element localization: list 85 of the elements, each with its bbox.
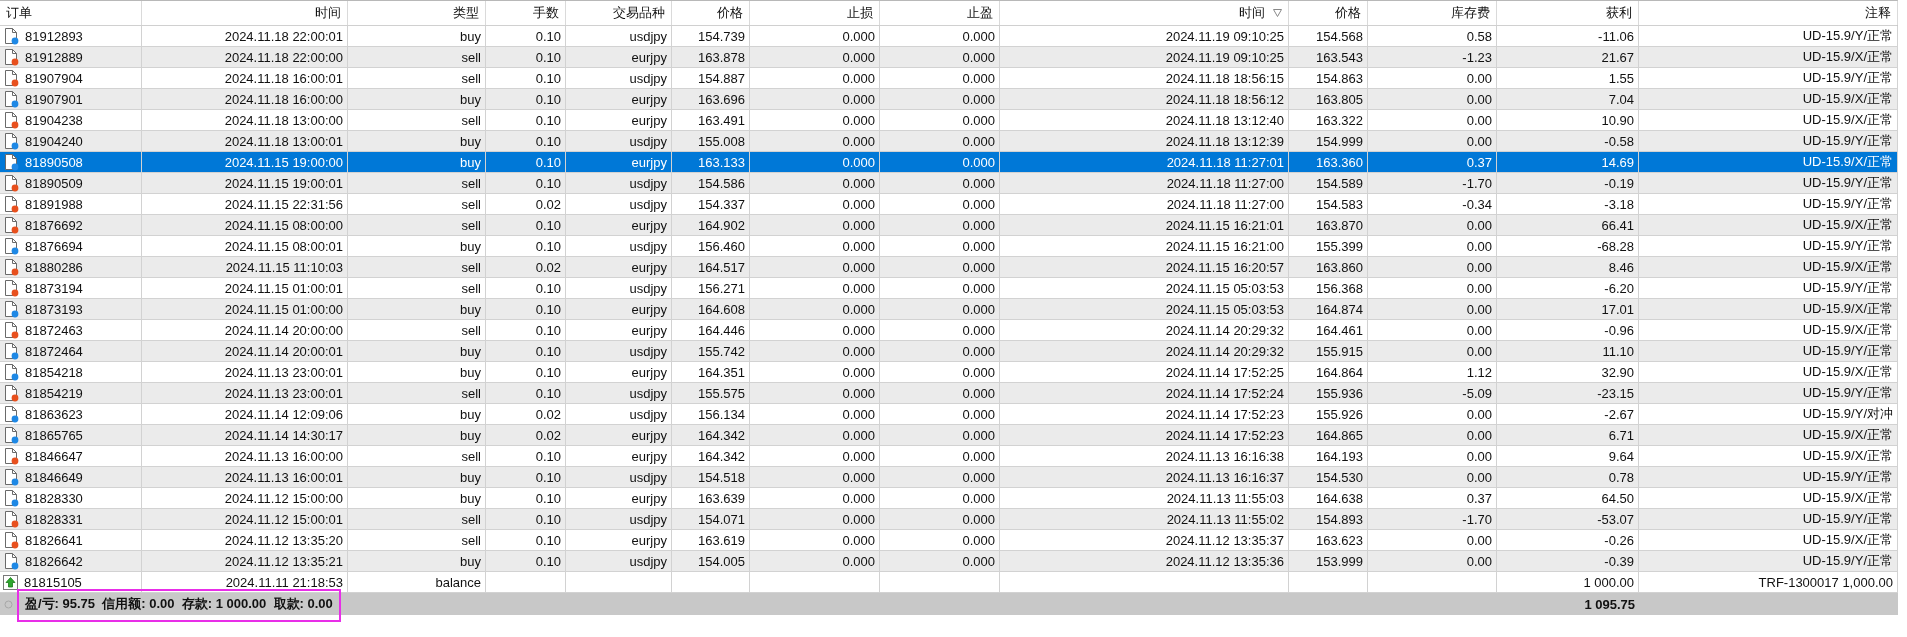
order-number: 81880286 [25,259,83,275]
order-number: 81890509 [25,175,83,191]
circle-icon [4,599,13,609]
table-row[interactable]: 81904240 2024.11.18 13:00:01 buy 0.10 usdjpy 155.008 0.000 0.000 2024.11.18 13:12:39 154.999 0.00 -0.58 UD-15.9/Y/正常 [0,131,1897,152]
order-number: 81872463 [25,322,83,338]
order-number: 81826641 [25,532,83,548]
table-row[interactable]: 81876692 2024.11.15 08:00:00 sell 0.10 eurjpy 164.902 0.000 0.000 2024.11.15 16:21:01 163.870 0.00 66.41 UD-15.9/X/正常 [0,215,1897,236]
document-icon [3,27,19,45]
column-header[interactable]: 交易品种 [566,1,672,25]
order-number: 81865765 [25,427,83,443]
document-icon [3,237,19,255]
column-header[interactable]: 订单 [0,1,142,25]
column-header[interactable]: 时间 [142,1,348,25]
document-icon [3,300,19,318]
table-row[interactable]: 81873193 2024.11.15 01:00:00 buy 0.10 eurjpy 164.608 0.000 0.000 2024.11.15 05:03:53 164.874 0.00 17.01 UD-15.9/X/正常 [0,299,1897,320]
order-number: 81876694 [25,238,83,254]
order-number: 81846647 [25,448,83,464]
table-row[interactable]: 81890509 2024.11.15 19:00:01 sell 0.10 usdjpy 154.586 0.000 0.000 2024.11.18 11:27:00 154.589 -1.70 -0.19 UD-15.9/Y/正常 [0,173,1897,194]
order-number: 81863623 [25,406,83,422]
table-row[interactable]: 81912889 2024.11.18 22:00:00 sell 0.10 eurjpy 163.878 0.000 0.000 2024.11.19 09:10:25 163.543 -1.23 21.67 UD-15.9/X/正常 [0,47,1897,68]
order-number: 81907904 [25,70,83,86]
order-number: 81854218 [25,364,83,380]
table-row[interactable]: 81880286 2024.11.15 11:10:03 sell 0.02 eurjpy 164.517 0.000 0.000 2024.11.15 16:20:57 163.860 0.00 8.46 UD-15.9/X/正常 [0,257,1897,278]
order-number: 81872464 [25,343,83,359]
document-icon [3,153,19,171]
column-header[interactable]: 获利 [1497,1,1639,25]
profit-total: 1 095.75 [1583,595,1636,614]
order-number: 81891988 [25,196,83,212]
document-icon [3,384,19,402]
table-row[interactable]: 81815105 2024.11.11 21:18:53 balance 1 000.00 TRF-1300017 1,000.00 [0,572,1897,593]
document-icon [3,279,19,297]
document-icon [3,552,19,570]
account-summary: 盈/亏: 95.75 信用额: 0.00 存款: 1 000.00 取款: 0.00 [25,596,333,611]
column-header[interactable]: 库存费 [1368,1,1497,25]
table-row[interactable]: 81872464 2024.11.14 20:00:01 buy 0.10 usdjpy 155.742 0.000 0.000 2024.11.14 20:29:32 155.915 0.00 11.10 UD-15.9/Y/正常 [0,341,1897,362]
order-number: 81815105 [24,574,82,590]
document-icon [3,195,19,213]
column-header[interactable]: 价格 [672,1,750,25]
document-icon [3,69,19,87]
table-row[interactable]: 81826642 2024.11.12 13:35:21 buy 0.10 usdjpy 154.005 0.000 0.000 2024.11.12 13:35:36 153.999 0.00 -0.39 UD-15.9/Y/正常 [0,551,1897,572]
order-number: 81912889 [25,49,83,65]
order-number: 81907901 [25,91,83,107]
document-icon [3,531,19,549]
order-number: 81890508 [25,154,83,170]
order-number: 81828331 [25,511,83,527]
table-row[interactable]: 81865765 2024.11.14 14:30:17 buy 0.02 eurjpy 164.342 0.000 0.000 2024.11.14 17:52:23 164.865 0.00 6.71 UD-15.9/X/正常 [0,425,1897,446]
column-header[interactable]: 手数 [486,1,566,25]
table-row[interactable]: 81907901 2024.11.18 16:00:00 buy 0.10 eurjpy 163.696 0.000 0.000 2024.11.18 18:56:12 163.805 0.00 7.04 UD-15.9/X/正常 [0,89,1897,110]
column-header[interactable]: 类型 [348,1,486,25]
document-icon [3,489,19,507]
table-row[interactable]: 81854219 2024.11.13 23:00:01 sell 0.10 usdjpy 155.575 0.000 0.000 2024.11.14 17:52:24 155.936 -5.09 -23.15 UD-15.9/Y/正常 [0,383,1897,404]
order-number: 81854219 [25,385,83,401]
document-icon [3,90,19,108]
document-icon [3,426,19,444]
order-number: 81873194 [25,280,83,296]
table-row[interactable]: 81828331 2024.11.12 15:00:01 sell 0.10 usdjpy 154.071 0.000 0.000 2024.11.13 11:55:02 154.893 -1.70 -53.07 UD-15.9/Y/正常 [0,509,1897,530]
document-icon [3,258,19,276]
order-number: 81904240 [25,133,83,149]
table-row[interactable]: 81890508 2024.11.15 19:00:00 buy 0.10 eurjpy 163.133 0.000 0.000 2024.11.18 11:27:01 163.360 0.37 14.69 UD-15.9/X/正常 [0,152,1897,173]
document-icon [3,447,19,465]
column-header[interactable]: 止损 [750,1,880,25]
document-icon [3,132,19,150]
arrow-up-icon [3,574,18,590]
document-icon [3,405,19,423]
order-number: 81873193 [25,301,83,317]
column-header[interactable]: 价格 [1289,1,1368,25]
document-icon [3,321,19,339]
document-icon [3,48,19,66]
order-number: 81826642 [25,553,83,569]
table-row[interactable]: 81846649 2024.11.13 16:00:01 buy 0.10 usdjpy 154.518 0.000 0.000 2024.11.13 16:16:37 154.530 0.00 0.78 UD-15.9/Y/正常 [0,467,1897,488]
document-icon [3,510,19,528]
order-number: 81904238 [25,112,83,128]
document-icon [3,468,19,486]
order-number: 81912893 [25,28,83,44]
column-header[interactable]: 注释 [1639,1,1898,25]
document-icon [3,174,19,192]
column-header[interactable]: 止盈 [880,1,1000,25]
document-icon [3,363,19,381]
order-number: 81876692 [25,217,83,233]
document-icon [3,216,19,234]
order-number: 81846649 [25,469,83,485]
document-icon [3,111,19,129]
order-number: 81828330 [25,490,83,506]
column-header[interactable]: 时间 [1000,1,1289,25]
document-icon [3,342,19,360]
